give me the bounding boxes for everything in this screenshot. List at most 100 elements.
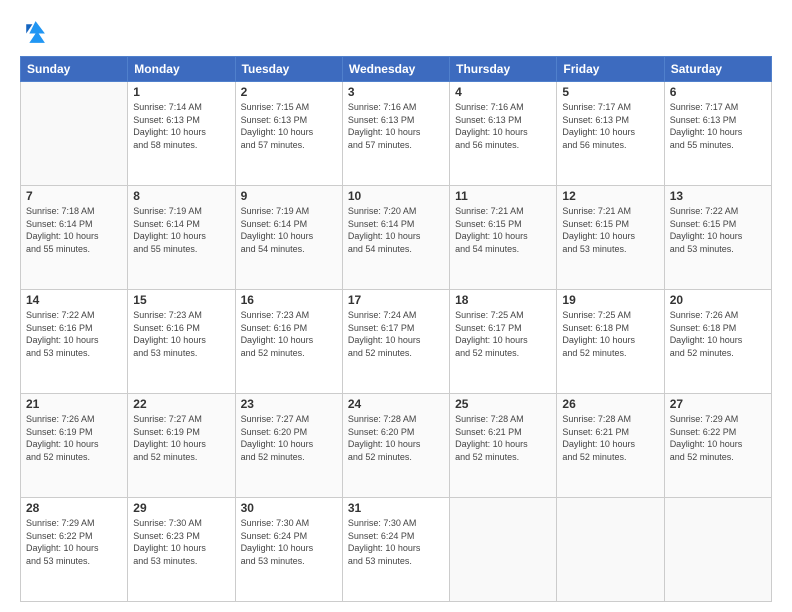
day-number: 6	[670, 85, 766, 99]
day-number: 15	[133, 293, 229, 307]
calendar-day-cell: 22 Sunrise: 7:27 AM Sunset: 6:19 PM Dayli…	[128, 394, 235, 498]
day-number: 25	[455, 397, 551, 411]
calendar-day-cell: 19Sunrise: 7:25 AM Sunset: 6:18 PM Dayli…	[557, 290, 664, 394]
day-number: 14	[26, 293, 122, 307]
calendar-day-cell: 3Sunrise: 7:16 AM Sunset: 6:13 PM Daylig…	[342, 82, 449, 186]
day-header-tuesday: Tuesday	[235, 57, 342, 82]
header	[20, 18, 772, 46]
calendar-day-cell: 25 Sunrise: 7:28 AM Sunset: 6:21 PM Dayli…	[450, 394, 557, 498]
day-number: 1	[133, 85, 229, 99]
calendar-day-cell: 15 Sunrise: 7:23 AM Sunset: 6:16 PM Dayli…	[128, 290, 235, 394]
day-info: Sunrise: 7:28 AM Sunset: 6:21 PM Dayligh…	[562, 413, 658, 463]
calendar-day-cell	[664, 498, 771, 602]
logo	[20, 18, 52, 46]
day-number: 31	[348, 501, 444, 515]
calendar-day-cell: 10 Sunrise: 7:20 AM Sunset: 6:14 PM Dayli…	[342, 186, 449, 290]
calendar-table: SundayMondayTuesdayWednesdayThursdayFrid…	[20, 56, 772, 602]
calendar-day-cell: 13Sunrise: 7:22 AM Sunset: 6:15 PM Dayli…	[664, 186, 771, 290]
day-header-friday: Friday	[557, 57, 664, 82]
calendar-day-cell: 17 Sunrise: 7:24 AM Sunset: 6:17 PM Dayli…	[342, 290, 449, 394]
day-number: 19	[562, 293, 658, 307]
day-info: Sunrise: 7:30 AM Sunset: 6:23 PM Dayligh…	[133, 517, 229, 567]
day-info: Sunrise: 7:26 AM Sunset: 6:19 PM Dayligh…	[26, 413, 122, 463]
day-info: Sunrise: 7:16 AM Sunset: 6:13 PM Dayligh…	[455, 101, 551, 151]
calendar-day-cell: 4Sunrise: 7:16 AM Sunset: 6:13 PM Daylig…	[450, 82, 557, 186]
day-info: Sunrise: 7:27 AM Sunset: 6:20 PM Dayligh…	[241, 413, 337, 463]
day-header-wednesday: Wednesday	[342, 57, 449, 82]
day-number: 12	[562, 189, 658, 203]
logo-icon	[20, 18, 48, 46]
day-number: 27	[670, 397, 766, 411]
calendar-week-row: 14 Sunrise: 7:22 AM Sunset: 6:16 PM Dayli…	[21, 290, 772, 394]
day-number: 17	[348, 293, 444, 307]
calendar-day-cell: 11 Sunrise: 7:21 AM Sunset: 6:15 PM Dayli…	[450, 186, 557, 290]
day-info: Sunrise: 7:23 AM Sunset: 6:16 PM Dayligh…	[241, 309, 337, 359]
calendar-header-row: SundayMondayTuesdayWednesdayThursdayFrid…	[21, 57, 772, 82]
day-info: Sunrise: 7:21 AM Sunset: 6:15 PM Dayligh…	[562, 205, 658, 255]
day-info: Sunrise: 7:18 AM Sunset: 6:14 PM Dayligh…	[26, 205, 122, 255]
day-info: Sunrise: 7:26 AM Sunset: 6:18 PM Dayligh…	[670, 309, 766, 359]
calendar-day-cell: 24 Sunrise: 7:28 AM Sunset: 6:20 PM Dayli…	[342, 394, 449, 498]
calendar-week-row: 7Sunrise: 7:18 AM Sunset: 6:14 PM Daylig…	[21, 186, 772, 290]
day-number: 11	[455, 189, 551, 203]
day-number: 21	[26, 397, 122, 411]
day-info: Sunrise: 7:28 AM Sunset: 6:21 PM Dayligh…	[455, 413, 551, 463]
day-info: Sunrise: 7:23 AM Sunset: 6:16 PM Dayligh…	[133, 309, 229, 359]
calendar-day-cell: 29 Sunrise: 7:30 AM Sunset: 6:23 PM Dayli…	[128, 498, 235, 602]
day-info: Sunrise: 7:29 AM Sunset: 6:22 PM Dayligh…	[26, 517, 122, 567]
day-number: 24	[348, 397, 444, 411]
day-info: Sunrise: 7:22 AM Sunset: 6:16 PM Dayligh…	[26, 309, 122, 359]
day-info: Sunrise: 7:19 AM Sunset: 6:14 PM Dayligh…	[133, 205, 229, 255]
day-info: Sunrise: 7:21 AM Sunset: 6:15 PM Dayligh…	[455, 205, 551, 255]
calendar-day-cell: 26 Sunrise: 7:28 AM Sunset: 6:21 PM Dayli…	[557, 394, 664, 498]
calendar-day-cell: 21 Sunrise: 7:26 AM Sunset: 6:19 PM Dayli…	[21, 394, 128, 498]
calendar-day-cell: 18 Sunrise: 7:25 AM Sunset: 6:17 PM Dayli…	[450, 290, 557, 394]
day-info: Sunrise: 7:20 AM Sunset: 6:14 PM Dayligh…	[348, 205, 444, 255]
day-header-monday: Monday	[128, 57, 235, 82]
calendar-day-cell: 16Sunrise: 7:23 AM Sunset: 6:16 PM Dayli…	[235, 290, 342, 394]
day-info: Sunrise: 7:24 AM Sunset: 6:17 PM Dayligh…	[348, 309, 444, 359]
day-info: Sunrise: 7:17 AM Sunset: 6:13 PM Dayligh…	[562, 101, 658, 151]
calendar-day-cell: 23 Sunrise: 7:27 AM Sunset: 6:20 PM Dayli…	[235, 394, 342, 498]
day-number: 5	[562, 85, 658, 99]
calendar-day-cell: 7Sunrise: 7:18 AM Sunset: 6:14 PM Daylig…	[21, 186, 128, 290]
day-number: 10	[348, 189, 444, 203]
day-number: 2	[241, 85, 337, 99]
day-number: 26	[562, 397, 658, 411]
calendar-day-cell: 8Sunrise: 7:19 AM Sunset: 6:14 PM Daylig…	[128, 186, 235, 290]
day-number: 9	[241, 189, 337, 203]
calendar-day-cell	[557, 498, 664, 602]
day-header-sunday: Sunday	[21, 57, 128, 82]
day-number: 23	[241, 397, 337, 411]
calendar-day-cell: 9 Sunrise: 7:19 AM Sunset: 6:14 PM Daylig…	[235, 186, 342, 290]
day-number: 18	[455, 293, 551, 307]
day-info: Sunrise: 7:25 AM Sunset: 6:17 PM Dayligh…	[455, 309, 551, 359]
calendar-day-cell: 28 Sunrise: 7:29 AM Sunset: 6:22 PM Dayli…	[21, 498, 128, 602]
day-info: Sunrise: 7:27 AM Sunset: 6:19 PM Dayligh…	[133, 413, 229, 463]
calendar-day-cell: 27Sunrise: 7:29 AM Sunset: 6:22 PM Dayli…	[664, 394, 771, 498]
day-number: 30	[241, 501, 337, 515]
day-number: 29	[133, 501, 229, 515]
calendar-day-cell: 6Sunrise: 7:17 AM Sunset: 6:13 PM Daylig…	[664, 82, 771, 186]
day-info: Sunrise: 7:30 AM Sunset: 6:24 PM Dayligh…	[241, 517, 337, 567]
day-info: Sunrise: 7:30 AM Sunset: 6:24 PM Dayligh…	[348, 517, 444, 567]
calendar-day-cell: 14 Sunrise: 7:22 AM Sunset: 6:16 PM Dayli…	[21, 290, 128, 394]
page: SundayMondayTuesdayWednesdayThursdayFrid…	[0, 0, 792, 612]
day-info: Sunrise: 7:28 AM Sunset: 6:20 PM Dayligh…	[348, 413, 444, 463]
day-header-saturday: Saturday	[664, 57, 771, 82]
calendar-day-cell: 30 Sunrise: 7:30 AM Sunset: 6:24 PM Dayli…	[235, 498, 342, 602]
calendar-week-row: 21 Sunrise: 7:26 AM Sunset: 6:19 PM Dayli…	[21, 394, 772, 498]
calendar-day-cell	[450, 498, 557, 602]
calendar-week-row: 1 Sunrise: 7:14 AM Sunset: 6:13 PM Daylig…	[21, 82, 772, 186]
day-number: 28	[26, 501, 122, 515]
calendar-day-cell: 1 Sunrise: 7:14 AM Sunset: 6:13 PM Daylig…	[128, 82, 235, 186]
calendar-day-cell	[21, 82, 128, 186]
day-number: 22	[133, 397, 229, 411]
day-header-thursday: Thursday	[450, 57, 557, 82]
day-number: 3	[348, 85, 444, 99]
calendar-day-cell: 31 Sunrise: 7:30 AM Sunset: 6:24 PM Dayli…	[342, 498, 449, 602]
day-number: 13	[670, 189, 766, 203]
day-info: Sunrise: 7:14 AM Sunset: 6:13 PM Dayligh…	[133, 101, 229, 151]
day-info: Sunrise: 7:19 AM Sunset: 6:14 PM Dayligh…	[241, 205, 337, 255]
day-number: 20	[670, 293, 766, 307]
